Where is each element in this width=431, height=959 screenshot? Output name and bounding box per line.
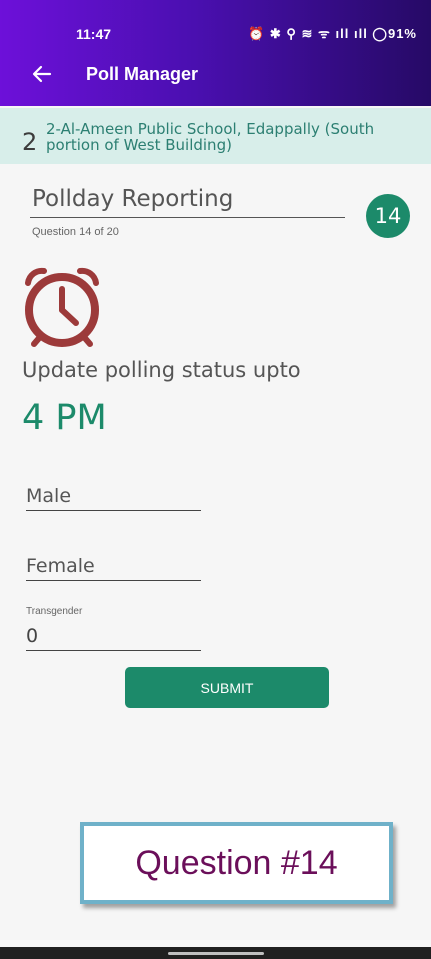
status-icons: ⏰ ✱ ⚲ ≋ ᯤ ıll ıll ◯91%: [248, 26, 417, 41]
submit-button[interactable]: SUBMIT: [125, 667, 329, 708]
booth-banner: 2 2-Al-Ameen Public School, Edappally (S…: [0, 108, 431, 164]
transgender-field: Transgender: [26, 606, 201, 651]
question-title: Pollday Reporting: [32, 186, 234, 212]
navigation-bar: [0, 947, 431, 959]
home-handle[interactable]: [168, 952, 264, 955]
male-field: [26, 482, 201, 511]
male-input[interactable]: [26, 482, 201, 511]
booth-number: 2: [22, 128, 38, 156]
reporting-time: 4 PM: [22, 398, 107, 438]
back-arrow-icon[interactable]: [30, 62, 54, 86]
female-input[interactable]: [26, 552, 201, 581]
transgender-label: Transgender: [26, 606, 83, 617]
question-number-badge: 14: [366, 194, 410, 238]
booth-name: 2-Al-Ameen Public School, Edappally (Sou…: [46, 120, 375, 154]
status-bar: 11:47 ⏰ ✱ ⚲ ≋ ᯤ ıll ıll ◯91%: [0, 0, 431, 50]
update-status-label: Update polling status upto: [22, 358, 301, 382]
female-field: [26, 552, 201, 581]
toolbar: Poll Manager: [0, 56, 431, 100]
question-progress: Question 14 of 20: [32, 226, 119, 238]
transgender-input[interactable]: [26, 622, 201, 651]
clock-icon: [25, 267, 99, 347]
status-time: 11:47: [76, 26, 112, 42]
question-title-underline: [30, 217, 345, 218]
question-callout: Question #14: [80, 822, 393, 904]
app-bar: 11:47 ⏰ ✱ ⚲ ≋ ᯤ ıll ıll ◯91% Poll Manage…: [0, 0, 431, 106]
page-title: Poll Manager: [86, 64, 199, 84]
